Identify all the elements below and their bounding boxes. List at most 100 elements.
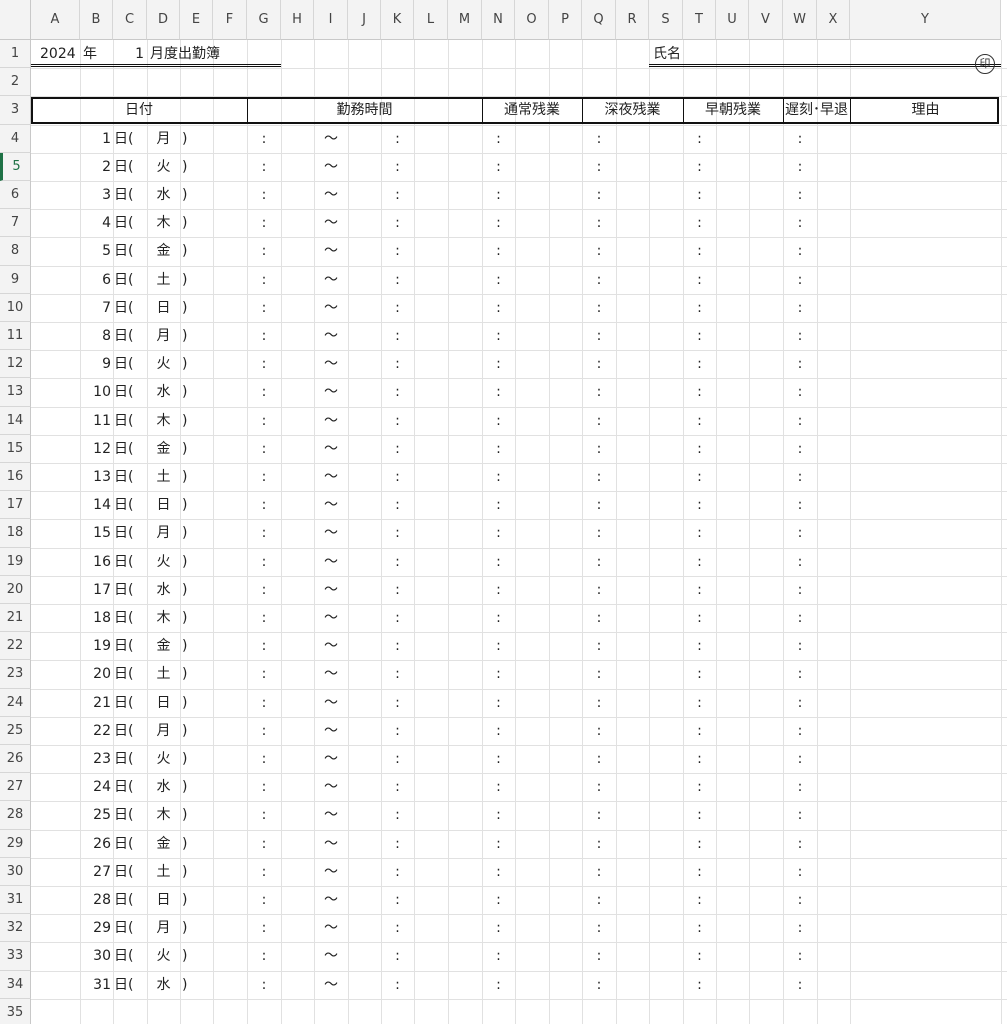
column-header-o[interactable]: O bbox=[515, 0, 549, 40]
day-number[interactable]: 30 bbox=[80, 942, 111, 970]
weekday[interactable]: 火 bbox=[147, 350, 180, 378]
weekday[interactable]: 月 bbox=[147, 914, 180, 942]
normal-overtime-colon[interactable]: : bbox=[482, 181, 515, 209]
early-overtime-colon[interactable]: : bbox=[683, 576, 716, 604]
late-night-overtime-colon[interactable]: : bbox=[582, 689, 616, 717]
day-number[interactable]: 22 bbox=[80, 717, 111, 745]
end-time-colon[interactable]: : bbox=[381, 660, 414, 688]
late-night-overtime-colon[interactable]: : bbox=[582, 971, 616, 999]
column-header-b[interactable]: B bbox=[80, 0, 113, 40]
day-number[interactable]: 24 bbox=[80, 773, 111, 801]
normal-overtime-colon[interactable]: : bbox=[482, 153, 515, 181]
late-night-overtime-colon[interactable]: : bbox=[582, 548, 616, 576]
late-early-leave-colon[interactable]: : bbox=[783, 463, 817, 491]
late-early-leave-colon[interactable]: : bbox=[783, 773, 817, 801]
early-overtime-colon[interactable]: : bbox=[683, 209, 716, 237]
late-early-leave-colon[interactable]: : bbox=[783, 632, 817, 660]
start-time-colon[interactable]: : bbox=[247, 660, 281, 688]
day-number[interactable]: 9 bbox=[80, 350, 111, 378]
late-early-leave-colon[interactable]: : bbox=[783, 576, 817, 604]
weekday[interactable]: 火 bbox=[147, 548, 180, 576]
late-night-overtime-colon[interactable]: : bbox=[582, 181, 616, 209]
column-header-j[interactable]: J bbox=[348, 0, 381, 40]
start-time-colon[interactable]: : bbox=[247, 266, 281, 294]
normal-overtime-colon[interactable]: : bbox=[482, 463, 515, 491]
early-overtime-colon[interactable]: : bbox=[683, 548, 716, 576]
row-header-17[interactable]: 17 bbox=[0, 491, 31, 520]
start-time-colon[interactable]: : bbox=[247, 548, 281, 576]
weekday[interactable]: 火 bbox=[147, 745, 180, 773]
day-number[interactable]: 23 bbox=[80, 745, 111, 773]
end-time-colon[interactable]: : bbox=[381, 407, 414, 435]
late-night-overtime-colon[interactable]: : bbox=[582, 801, 616, 829]
late-early-leave-colon[interactable]: : bbox=[783, 322, 817, 350]
start-time-colon[interactable]: : bbox=[247, 773, 281, 801]
row-header-32[interactable]: 32 bbox=[0, 914, 31, 943]
start-time-colon[interactable]: : bbox=[247, 125, 281, 153]
column-header-x[interactable]: X bbox=[817, 0, 850, 40]
late-early-leave-colon[interactable]: : bbox=[783, 237, 817, 265]
row-header-6[interactable]: 6 bbox=[0, 181, 31, 210]
early-overtime-colon[interactable]: : bbox=[683, 914, 716, 942]
late-night-overtime-colon[interactable]: : bbox=[582, 745, 616, 773]
start-time-colon[interactable]: : bbox=[247, 322, 281, 350]
weekday[interactable]: 水 bbox=[147, 576, 180, 604]
day-number[interactable]: 1 bbox=[80, 125, 111, 153]
row-header-28[interactable]: 28 bbox=[0, 801, 31, 830]
late-night-overtime-colon[interactable]: : bbox=[582, 350, 616, 378]
start-time-colon[interactable]: : bbox=[247, 463, 281, 491]
weekday[interactable]: 金 bbox=[147, 237, 180, 265]
normal-overtime-colon[interactable]: : bbox=[482, 801, 515, 829]
normal-overtime-colon[interactable]: : bbox=[482, 237, 515, 265]
normal-overtime-colon[interactable]: : bbox=[482, 886, 515, 914]
day-number[interactable]: 28 bbox=[80, 886, 111, 914]
start-time-colon[interactable]: : bbox=[247, 209, 281, 237]
weekday[interactable]: 土 bbox=[147, 660, 180, 688]
row-header-4[interactable]: 4 bbox=[0, 124, 31, 153]
column-header-a[interactable]: A bbox=[31, 0, 80, 40]
day-number[interactable]: 8 bbox=[80, 322, 111, 350]
end-time-colon[interactable]: : bbox=[381, 519, 414, 547]
start-time-colon[interactable]: : bbox=[247, 971, 281, 999]
column-header-r[interactable]: R bbox=[616, 0, 649, 40]
weekday[interactable]: 金 bbox=[147, 435, 180, 463]
weekday[interactable]: 水 bbox=[147, 773, 180, 801]
row-header-20[interactable]: 20 bbox=[0, 575, 31, 604]
weekday[interactable]: 金 bbox=[147, 830, 180, 858]
start-time-colon[interactable]: : bbox=[247, 745, 281, 773]
day-number[interactable]: 19 bbox=[80, 632, 111, 660]
row-header-21[interactable]: 21 bbox=[0, 604, 31, 633]
late-night-overtime-colon[interactable]: : bbox=[582, 660, 616, 688]
weekday[interactable]: 木 bbox=[147, 801, 180, 829]
end-time-colon[interactable]: : bbox=[381, 801, 414, 829]
end-time-colon[interactable]: : bbox=[381, 181, 414, 209]
late-night-overtime-colon[interactable]: : bbox=[582, 858, 616, 886]
weekday[interactable]: 月 bbox=[147, 125, 180, 153]
start-time-colon[interactable]: : bbox=[247, 350, 281, 378]
day-number[interactable]: 26 bbox=[80, 830, 111, 858]
late-night-overtime-colon[interactable]: : bbox=[582, 632, 616, 660]
start-time-colon[interactable]: : bbox=[247, 153, 281, 181]
column-header-y[interactable]: Y bbox=[850, 0, 1001, 40]
column-header-e[interactable]: E bbox=[180, 0, 213, 40]
end-time-colon[interactable]: : bbox=[381, 745, 414, 773]
normal-overtime-colon[interactable]: : bbox=[482, 125, 515, 153]
late-night-overtime-colon[interactable]: : bbox=[582, 266, 616, 294]
day-number[interactable]: 7 bbox=[80, 294, 111, 322]
start-time-colon[interactable]: : bbox=[247, 801, 281, 829]
spreadsheet[interactable]: A B C D E F G H I J K L M N O P Q R S T U V W X Y 1 2 3 4 5 6 7 8 9 10 11 12… bbox=[0, 0, 1007, 1024]
weekday[interactable]: 土 bbox=[147, 463, 180, 491]
start-time-colon[interactable]: : bbox=[247, 407, 281, 435]
early-overtime-colon[interactable]: : bbox=[683, 491, 716, 519]
late-night-overtime-colon[interactable]: : bbox=[582, 914, 616, 942]
day-number[interactable]: 15 bbox=[80, 519, 111, 547]
end-time-colon[interactable]: : bbox=[381, 632, 414, 660]
start-time-colon[interactable]: : bbox=[247, 604, 281, 632]
weekday[interactable]: 月 bbox=[147, 717, 180, 745]
row-header-8[interactable]: 8 bbox=[0, 237, 31, 266]
early-overtime-colon[interactable]: : bbox=[683, 745, 716, 773]
row-header-2[interactable]: 2 bbox=[0, 68, 31, 97]
normal-overtime-colon[interactable]: : bbox=[482, 322, 515, 350]
late-night-overtime-colon[interactable]: : bbox=[582, 463, 616, 491]
late-early-leave-colon[interactable]: : bbox=[783, 435, 817, 463]
